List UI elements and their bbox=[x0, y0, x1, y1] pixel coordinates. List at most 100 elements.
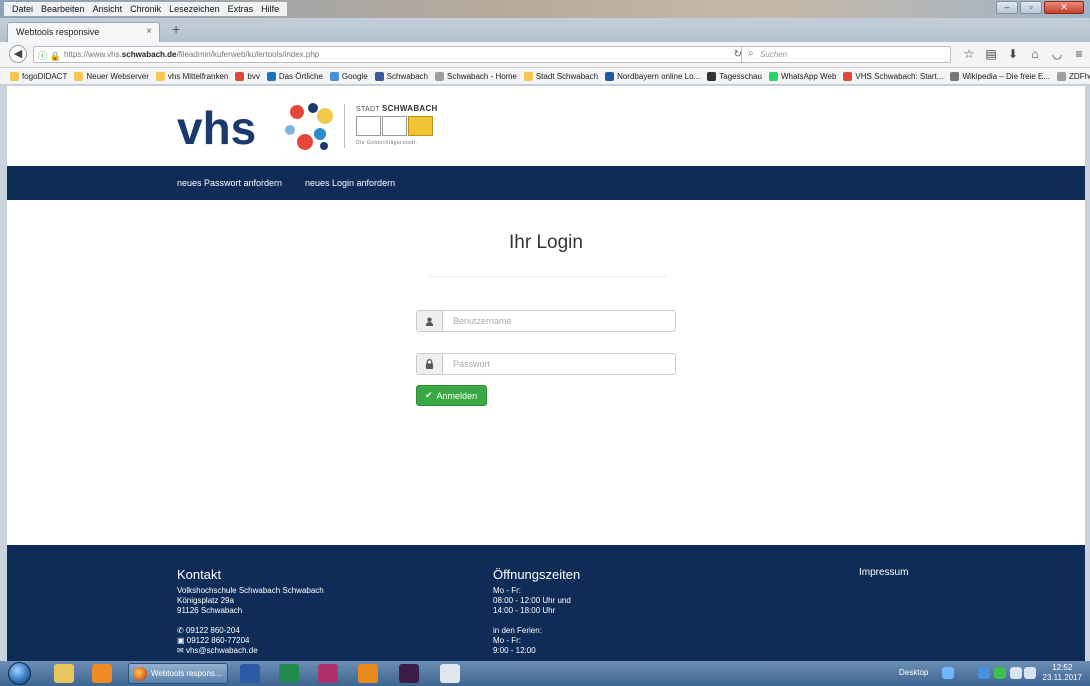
url-text: https://www.vhs.schwabach.de/fileadmin/k… bbox=[64, 50, 320, 59]
password-input[interactable] bbox=[443, 354, 675, 374]
menu-datei[interactable]: Datei bbox=[8, 2, 37, 16]
bookmark-star-icon[interactable]: ☆ bbox=[958, 47, 980, 61]
bookmark-item[interactable]: vhs Mittelfranken bbox=[155, 71, 229, 81]
bookmark-item[interactable]: Das Örtliche bbox=[266, 71, 323, 81]
clipboard-icon[interactable]: ▤ bbox=[980, 47, 1002, 61]
bookmark-favicon-icon bbox=[374, 71, 384, 81]
bookmark-item[interactable]: fogoDIDACT bbox=[10, 71, 68, 81]
word-icon[interactable] bbox=[240, 664, 260, 683]
username-input[interactable] bbox=[443, 311, 675, 331]
user-icon bbox=[417, 311, 443, 331]
maximize-button[interactable]: ▫ bbox=[1020, 1, 1042, 14]
outlook-icon[interactable] bbox=[358, 664, 378, 683]
envelope-icon: ✉ bbox=[177, 646, 186, 655]
hours-line: Mo - Fr: bbox=[493, 586, 521, 595]
bookmark-favicon-icon bbox=[10, 71, 19, 81]
bookmarks-bar: fogoDIDACT Neuer Webserver vhs Mittelfrank… bbox=[0, 68, 1090, 85]
close-window-button[interactable]: ✕ bbox=[1044, 1, 1084, 14]
bookmark-label: Schwabach - Home bbox=[447, 71, 517, 81]
menu-ansicht[interactable]: Ansicht bbox=[89, 2, 127, 16]
password-field bbox=[416, 353, 676, 375]
logo-box bbox=[356, 116, 381, 136]
system-clock[interactable]: 12:52 23.11.2017 bbox=[1043, 663, 1082, 683]
bookmark-item[interactable]: Neuer Webserver bbox=[74, 71, 149, 81]
impressum-link[interactable]: Impressum bbox=[859, 567, 908, 578]
logo-dot bbox=[285, 125, 295, 135]
back-arrow-icon[interactable]: ◀ bbox=[9, 45, 27, 63]
bookmark-item[interactable]: Google bbox=[329, 71, 368, 81]
bookmark-favicon-icon bbox=[707, 71, 717, 81]
media-player-icon[interactable] bbox=[92, 664, 112, 683]
bookmark-item[interactable]: Schwabach bbox=[374, 71, 428, 81]
email-line[interactable]: ✉ vhs@schwabach.de bbox=[177, 646, 324, 656]
menu-lesezeichen[interactable]: Lesezeichen bbox=[165, 2, 224, 16]
network-icon[interactable] bbox=[1010, 667, 1022, 679]
bookmark-item[interactable]: ZDFheute bbox=[1057, 71, 1090, 81]
bookmark-favicon-icon bbox=[950, 71, 960, 81]
volume-icon[interactable] bbox=[1024, 667, 1036, 679]
bookmark-item[interactable]: VHS Schwabach: Start... bbox=[843, 71, 943, 81]
tray-icon[interactable] bbox=[942, 667, 954, 679]
pocket-icon[interactable]: ◡ bbox=[1046, 47, 1068, 61]
bookmark-label: Wikipedia – Die freie E... bbox=[962, 71, 1051, 81]
bookmark-item[interactable]: bvv bbox=[235, 71, 260, 81]
bookmark-favicon-icon bbox=[435, 71, 444, 81]
menu-hilfe[interactable]: Hilfe bbox=[257, 2, 283, 16]
site-header: vhs STADT SCHWABACH Die Goldschlägerstad… bbox=[7, 86, 1085, 166]
bookmark-item[interactable]: Tagesschau bbox=[707, 71, 762, 81]
vhs-logo[interactable]: vhs bbox=[177, 100, 337, 154]
tray-icon[interactable] bbox=[978, 667, 990, 679]
bookmark-favicon-icon bbox=[1057, 71, 1067, 81]
indesign-icon[interactable] bbox=[399, 664, 419, 683]
bookmark-label: Tagesschau bbox=[719, 71, 762, 81]
notepad-icon[interactable] bbox=[440, 664, 460, 683]
menu-bearbeiten[interactable]: Bearbeiten bbox=[37, 2, 89, 16]
stadt-schwabach-logo[interactable] bbox=[356, 116, 433, 136]
search-icon: ⌕ bbox=[748, 48, 754, 59]
site-footer: Kontakt Volkshochschule Schwabach Schwab… bbox=[7, 545, 1085, 661]
tab-webtools[interactable]: Webtools responsive × bbox=[7, 22, 160, 42]
bookmark-item[interactable]: Nordbayern online Lo... bbox=[605, 71, 701, 81]
web-page: vhs STADT SCHWABACH Die Goldschlägerstad… bbox=[7, 86, 1085, 661]
bookmark-label: Neuer Webserver bbox=[86, 71, 149, 81]
taskbar-firefox-window[interactable]: Webtools respons... bbox=[128, 663, 228, 684]
hamburger-menu-icon[interactable]: ≡ bbox=[1068, 47, 1090, 61]
url-bar[interactable]: ⓘ 🔒 https://www.vhs.schwabach.de/fileadm… bbox=[33, 46, 751, 63]
bookmark-item[interactable]: Wikipedia – Die freie E... bbox=[950, 71, 1051, 81]
logo-dot bbox=[314, 128, 326, 140]
lock-icon bbox=[417, 354, 443, 374]
download-icon[interactable]: ⬇ bbox=[1002, 47, 1024, 61]
tray-icon[interactable] bbox=[994, 667, 1006, 679]
menu-extras[interactable]: Extras bbox=[224, 2, 258, 16]
bookmark-item[interactable]: WhatsApp Web bbox=[768, 71, 836, 81]
search-bar[interactable]: ⌕ Suchen bbox=[741, 46, 951, 63]
bookmark-item[interactable]: Stadt Schwabach bbox=[523, 71, 598, 81]
minimize-button[interactable]: – bbox=[996, 1, 1018, 14]
logo-divider bbox=[344, 104, 345, 148]
logo-dot bbox=[297, 134, 313, 150]
bookmark-label: Das Örtliche bbox=[278, 71, 323, 81]
bookmark-label: Nordbayern online Lo... bbox=[617, 71, 701, 81]
nav-new-login[interactable]: neues Login anfordern bbox=[305, 178, 395, 188]
phone-line: ✆ 09122 860-204 bbox=[177, 626, 240, 635]
bookmark-item[interactable]: Schwabach - Home bbox=[435, 71, 517, 81]
bookmark-label: bvv bbox=[247, 71, 260, 81]
login-button[interactable]: ✔ Anmelden bbox=[416, 385, 488, 406]
access-icon[interactable] bbox=[318, 664, 338, 683]
search-placeholder: Suchen bbox=[760, 50, 788, 59]
home-icon[interactable]: ⌂ bbox=[1024, 47, 1046, 61]
logo-box-gold bbox=[408, 116, 433, 136]
bookmark-label: vhs Mittelfranken bbox=[167, 71, 229, 81]
menu-chronik[interactable]: Chronik bbox=[126, 2, 165, 16]
start-button[interactable] bbox=[8, 662, 31, 685]
close-tab-icon[interactable]: × bbox=[146, 26, 152, 37]
nav-new-password[interactable]: neues Passwort anfordern bbox=[177, 178, 282, 188]
explorer-icon[interactable] bbox=[54, 664, 74, 683]
bookmark-favicon-icon bbox=[74, 71, 84, 81]
holiday-line: 9:00 - 12:00 bbox=[493, 646, 536, 655]
desktop-toolbar-label[interactable]: Desktop bbox=[899, 668, 928, 677]
bookmark-favicon-icon bbox=[155, 71, 165, 81]
new-tab-icon[interactable]: + bbox=[172, 21, 180, 37]
excel-icon[interactable] bbox=[279, 664, 299, 683]
bookmark-label: fogoDIDACT bbox=[22, 71, 68, 81]
